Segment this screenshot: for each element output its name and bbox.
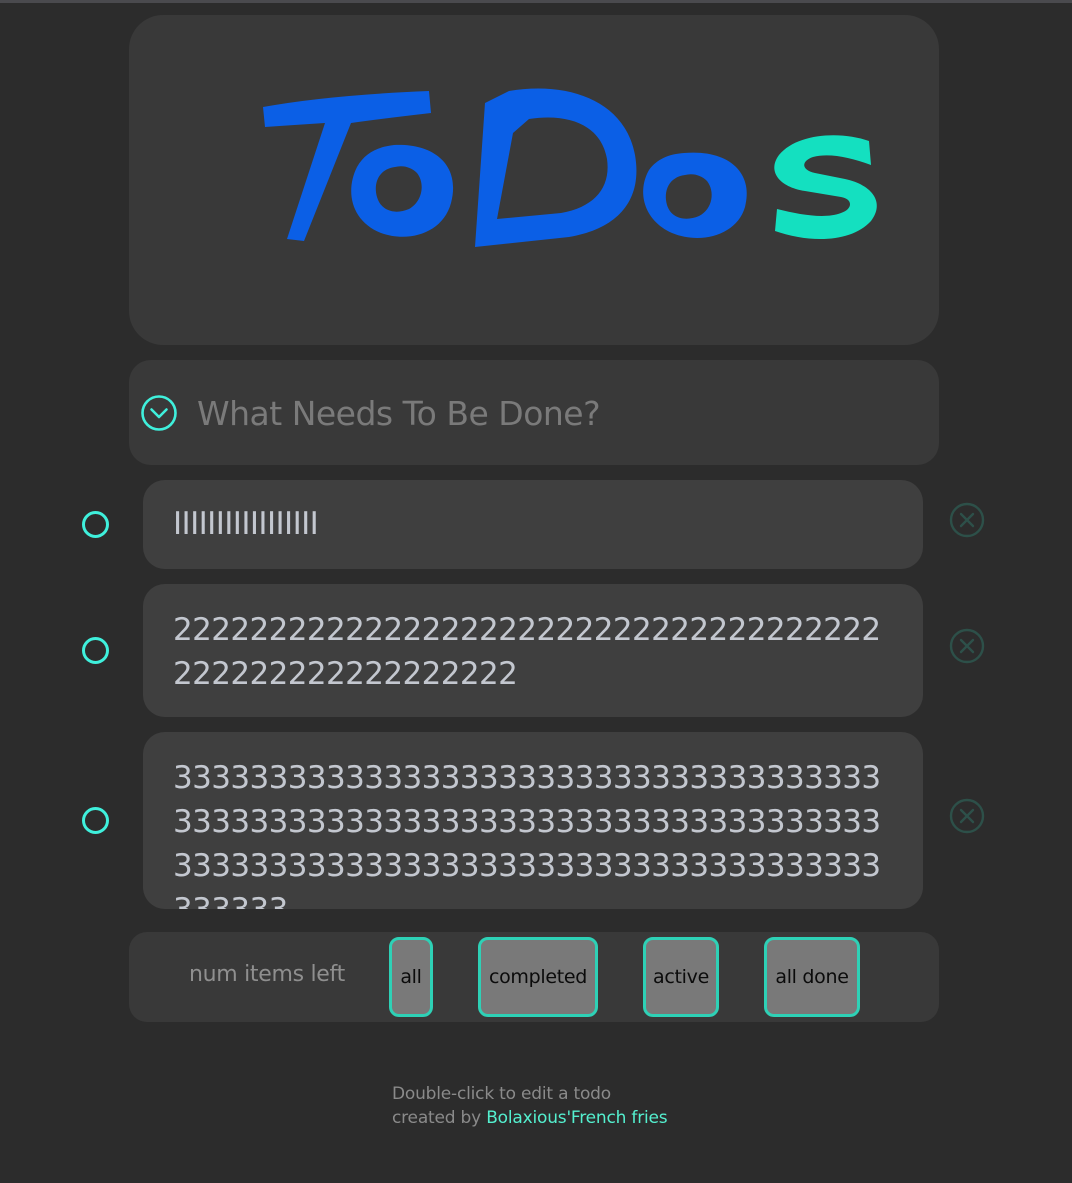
window-top-border — [0, 0, 1072, 3]
items-left-count: num items left — [189, 962, 345, 987]
close-icon[interactable] — [948, 797, 986, 835]
filter-active-button[interactable]: active — [643, 937, 719, 1017]
todos-logo — [263, 88, 877, 247]
credits: created by Bolaxious'French fries — [392, 1106, 668, 1130]
filter-completed-button[interactable]: completed — [478, 937, 598, 1017]
filter-all-done-button[interactable]: all done — [764, 937, 860, 1017]
filter-bar: num items left all completed active all … — [129, 932, 939, 1022]
close-icon[interactable] — [948, 627, 986, 665]
close-icon[interactable] — [948, 501, 986, 539]
new-todo-card — [129, 360, 939, 465]
author-link[interactable]: Bolaxious'French fries — [486, 1108, 667, 1128]
filter-all-button[interactable]: all — [389, 937, 433, 1017]
todo-toggle-checkbox[interactable] — [82, 807, 109, 834]
info-footer: Double-click to edit a todo created by B… — [392, 1082, 668, 1130]
logo-card — [129, 15, 939, 345]
todo-text[interactable]: 2222222222222222222222222222222222222222… — [143, 584, 923, 717]
edit-hint: Double-click to edit a todo — [392, 1084, 611, 1104]
todo-text[interactable]: 3333333333333333333333333333333333333333… — [143, 732, 923, 909]
chevron-down-circle-icon[interactable] — [139, 393, 179, 433]
credits-prefix: created by — [392, 1108, 487, 1128]
new-todo-input[interactable] — [195, 382, 919, 444]
todo-toggle-checkbox[interactable] — [82, 637, 109, 664]
todo-text[interactable]: IIIIIIIIIIIIIIIII — [143, 480, 923, 569]
todo-toggle-checkbox[interactable] — [82, 511, 109, 538]
